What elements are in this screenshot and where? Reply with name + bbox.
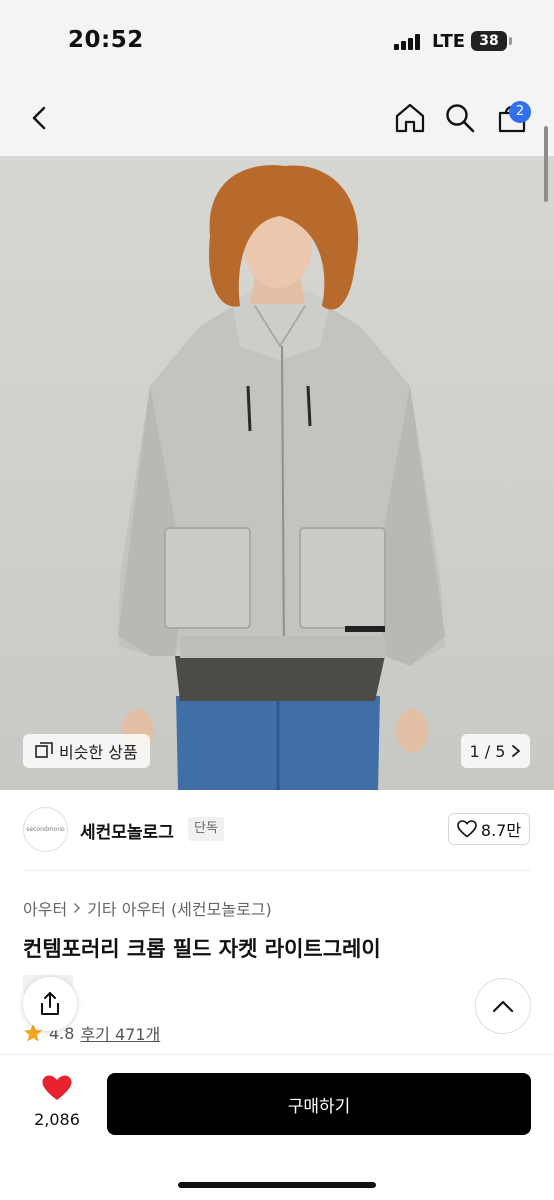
product-photo-illustration [118,165,445,790]
similar-products-label: 비슷한 상품 [59,743,138,762]
search-icon[interactable] [442,100,478,136]
share-button[interactable] [23,977,77,1031]
product-title: 컨템포러리 크롭 필드 자켓 라이트그레이 [23,937,381,961]
nav-bar [0,84,554,156]
status-bar: 20:52 LTE 38 [0,0,554,84]
cart-count-badge: 2 [509,101,531,123]
home-indicator [178,1182,376,1188]
gallery-page-indicator[interactable]: 1 / 5 [461,734,530,768]
network-label: LTE [432,31,466,52]
wishlist-button[interactable]: 2,086 [24,1074,90,1129]
page-indicator-text: 1 / 5 [469,741,506,761]
brand-logo-text: secondmono [26,826,65,833]
scroll-top-button[interactable] [475,978,531,1034]
back-icon[interactable] [22,100,58,136]
brand-logo[interactable]: secondmono [23,807,68,852]
scrollbar[interactable] [544,126,548,202]
breadcrumb-level2[interactable]: 기타 아우터 (세컨모놀로그) [87,896,272,920]
heart-filled-icon [42,1075,72,1100]
buy-button[interactable]: 구매하기 [107,1073,531,1135]
chevron-right-icon [74,902,81,914]
chevron-up-icon [492,1000,514,1013]
brand-name[interactable]: 세컨모놀로그 [80,818,174,843]
signal-icon [394,34,422,50]
review-count-link[interactable]: 후기 471개 [80,1021,160,1045]
chevron-right-icon [512,745,521,757]
brand-row: secondmono 세컨모놀로그 단독 8.7만 [0,790,554,870]
wishlist-count: 2,086 [34,1110,80,1129]
share-icon [41,992,59,1015]
similar-icon [35,742,53,758]
similar-products-button[interactable]: 비슷한 상품 [23,734,150,768]
product-image[interactable] [0,156,554,790]
battery-level: 38 [479,33,499,49]
divider [23,870,530,871]
brand-like-button[interactable]: 8.7만 [448,813,530,845]
heart-outline-icon [457,820,477,838]
battery-icon: 38 [471,31,507,51]
home-icon[interactable] [392,100,428,136]
breadcrumb: 아우터 기타 아우터 (세컨모놀로그) [23,896,272,920]
exclusive-badge: 단독 [188,817,224,841]
status-time: 20:52 [68,27,144,53]
breadcrumb-level1[interactable]: 아우터 [23,896,67,920]
brand-like-count: 8.7만 [480,821,522,840]
battery-tip [509,37,512,45]
